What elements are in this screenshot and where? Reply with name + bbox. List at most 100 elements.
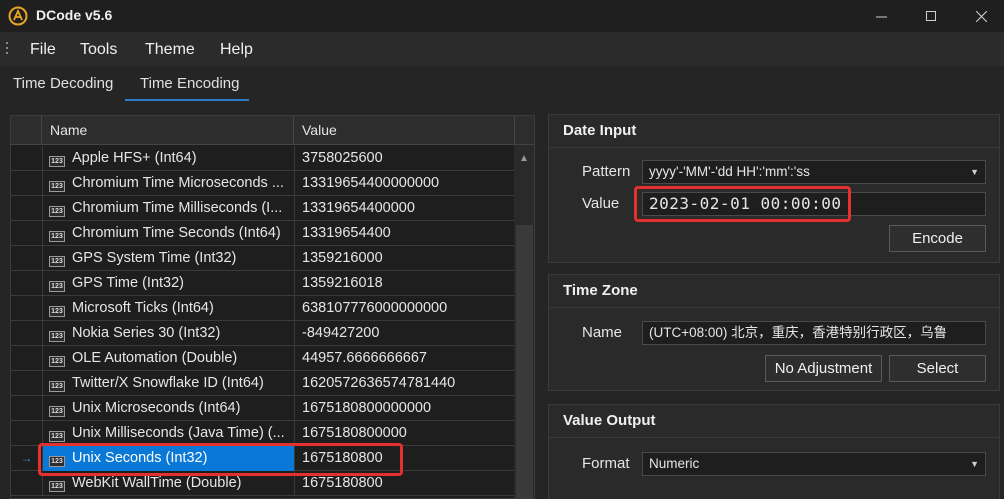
table-row[interactable]: 123 Chromium Time Seconds (Int64) 13319654…: [11, 221, 515, 246]
cell-name-text: Chromium Time Seconds (Int64): [72, 225, 281, 241]
cell-name-text: Unix Milliseconds (Java Time) (...: [72, 425, 285, 441]
grid-scrollbar[interactable]: ▲: [514, 145, 534, 498]
select-time-zone-button[interactable]: Select: [889, 355, 986, 382]
menu-help[interactable]: Help: [220, 41, 253, 59]
row-indicator[interactable]: [11, 471, 42, 496]
cell-value[interactable]: 3758025600: [294, 146, 515, 171]
close-icon: [975, 10, 987, 22]
value-output-panel: Value Output Format Numeric ▼: [548, 404, 1001, 499]
row-indicator[interactable]: [11, 171, 42, 196]
cell-name[interactable]: 123 Unix Microseconds (Int64): [42, 396, 294, 421]
row-indicator[interactable]: [11, 396, 42, 421]
cell-value[interactable]: 13319654400000: [294, 196, 515, 221]
row-indicator[interactable]: [11, 221, 42, 246]
title-bar: DCode v5.6: [0, 0, 1004, 32]
cell-value[interactable]: -849427200: [294, 321, 515, 346]
row-indicator[interactable]: [11, 321, 42, 346]
cell-name[interactable]: 123 Twitter/X Snowflake ID (Int64): [42, 371, 294, 396]
numeric-type-icon: 123: [49, 481, 65, 492]
cell-name-text: Chromium Time Microseconds ...: [72, 175, 284, 191]
column-header-name[interactable]: Name: [42, 116, 294, 145]
cell-value[interactable]: 1620572636574781440: [294, 371, 515, 396]
time-zone-name-field[interactable]: (UTC+08:00) 北京，重庆，香港特别行政区，乌鲁: [642, 321, 986, 345]
tab-time-encoding[interactable]: Time Encoding: [140, 75, 240, 92]
cell-value[interactable]: 44957.6666666667: [294, 346, 515, 371]
format-combo[interactable]: Numeric ▼: [642, 452, 986, 476]
column-header-value[interactable]: Value: [294, 116, 515, 145]
minimize-button[interactable]: [858, 0, 904, 32]
numeric-type-icon: 123: [49, 181, 65, 192]
row-indicator[interactable]: [11, 346, 42, 371]
table-row[interactable]: 123 OLE Automation (Double) 44957.66666666…: [11, 346, 515, 371]
pattern-combo-value: yyyy'-'MM'-'dd HH':'mm':'ss: [649, 164, 810, 179]
table-row[interactable]: 123 Chromium Time Microseconds ... 1331965…: [11, 171, 515, 196]
cell-name-text: Microsoft Ticks (Int64): [72, 300, 214, 316]
cell-name[interactable]: 123 GPS System Time (Int32): [42, 246, 294, 271]
menu-tools[interactable]: Tools: [80, 41, 117, 59]
table-row[interactable]: 123 Apple HFS+ (Int64) 3758025600: [11, 146, 515, 171]
cell-name[interactable]: 123 Nokia Series 30 (Int32): [42, 321, 294, 346]
maximize-button[interactable]: [908, 0, 954, 32]
cell-value[interactable]: 638107776000000000: [294, 296, 515, 321]
cell-name[interactable]: 123 OLE Automation (Double): [42, 346, 294, 371]
numeric-type-icon: 123: [49, 381, 65, 392]
app-title: DCode v5.6: [36, 7, 113, 23]
chevron-down-icon: ▼: [970, 167, 979, 177]
table-row[interactable]: 123 Unix Microseconds (Int64) 167518080000…: [11, 396, 515, 421]
cell-value[interactable]: 1359216000: [294, 246, 515, 271]
pattern-label: Pattern: [582, 163, 631, 180]
cell-name-text: Nokia Series 30 (Int32): [72, 325, 221, 341]
numeric-type-icon: 123: [49, 406, 65, 417]
numeric-type-icon: 123: [49, 431, 65, 442]
row-indicator[interactable]: [11, 296, 42, 321]
row-indicator[interactable]: [11, 371, 42, 396]
no-adjustment-button[interactable]: No Adjustment: [765, 355, 882, 382]
time-zone-name-label: Name: [582, 324, 623, 341]
date-input-title: Date Input: [563, 122, 637, 139]
cell-name-text: Apple HFS+ (Int64): [72, 150, 197, 166]
numeric-type-icon: 123: [49, 306, 65, 317]
scroll-up-arrow-icon[interactable]: ▲: [519, 153, 529, 164]
tab-time-decoding[interactable]: Time Decoding: [13, 75, 113, 92]
cell-name[interactable]: 123 Apple HFS+ (Int64): [42, 146, 294, 171]
cell-name[interactable]: 123 Chromium Time Microseconds ...: [42, 171, 294, 196]
cell-value[interactable]: 1675180800000000: [294, 396, 515, 421]
numeric-type-icon: 123: [49, 356, 65, 367]
cell-value[interactable]: 13319654400000000: [294, 171, 515, 196]
numeric-type-icon: 123: [49, 331, 65, 342]
row-indicator[interactable]: [11, 246, 42, 271]
cell-name[interactable]: 123 Chromium Time Seconds (Int64): [42, 221, 294, 246]
cell-value[interactable]: 13319654400: [294, 221, 515, 246]
format-combo-value: Numeric: [649, 456, 700, 471]
close-button[interactable]: [958, 0, 1004, 32]
cell-name-text: GPS Time (Int32): [72, 275, 185, 291]
value-label: Value: [582, 195, 620, 212]
tab-bar: Time Decoding Time Encoding: [0, 66, 1004, 102]
table-row[interactable]: 123 Twitter/X Snowflake ID (Int64) 1620572…: [11, 371, 515, 396]
time-zone-panel: Time Zone Name (UTC+08:00) 北京，重庆，香港特别行政区…: [548, 274, 1001, 391]
row-indicator[interactable]: [11, 421, 42, 446]
table-row[interactable]: 123 GPS Time (Int32) 1359216018: [11, 271, 515, 296]
table-row[interactable]: 123 GPS System Time (Int32) 1359216000: [11, 246, 515, 271]
row-indicator[interactable]: [11, 271, 42, 296]
encode-button[interactable]: Encode: [889, 225, 986, 252]
menu-file[interactable]: File: [30, 41, 56, 59]
pattern-combo[interactable]: yyyy'-'MM'-'dd HH':'mm':'ss ▼: [642, 160, 986, 184]
grid-header: Name Value: [11, 116, 534, 145]
results-grid: Name Value 123 Apple HFS+ (Int64) 37580256…: [10, 115, 535, 499]
cell-name-text: GPS System Time (Int32): [72, 250, 237, 266]
cell-value[interactable]: 1359216018: [294, 271, 515, 296]
scroll-thumb[interactable]: [516, 225, 533, 498]
cell-name[interactable]: 123 GPS Time (Int32): [42, 271, 294, 296]
cell-name[interactable]: 123 Microsoft Ticks (Int64): [42, 296, 294, 321]
row-indicator[interactable]: [11, 146, 42, 171]
panel-divider: [549, 147, 1001, 148]
row-indicator[interactable]: [11, 196, 42, 221]
table-row[interactable]: 123 Nokia Series 30 (Int32) -849427200: [11, 321, 515, 346]
cell-name[interactable]: 123 Chromium Time Milliseconds (I...: [42, 196, 294, 221]
maximize-icon: [925, 10, 936, 21]
table-row[interactable]: 123 Chromium Time Milliseconds (I... 13319…: [11, 196, 515, 221]
numeric-type-icon: 123: [49, 281, 65, 292]
table-row[interactable]: 123 Microsoft Ticks (Int64) 63810777600000…: [11, 296, 515, 321]
menu-theme[interactable]: Theme: [145, 41, 195, 59]
